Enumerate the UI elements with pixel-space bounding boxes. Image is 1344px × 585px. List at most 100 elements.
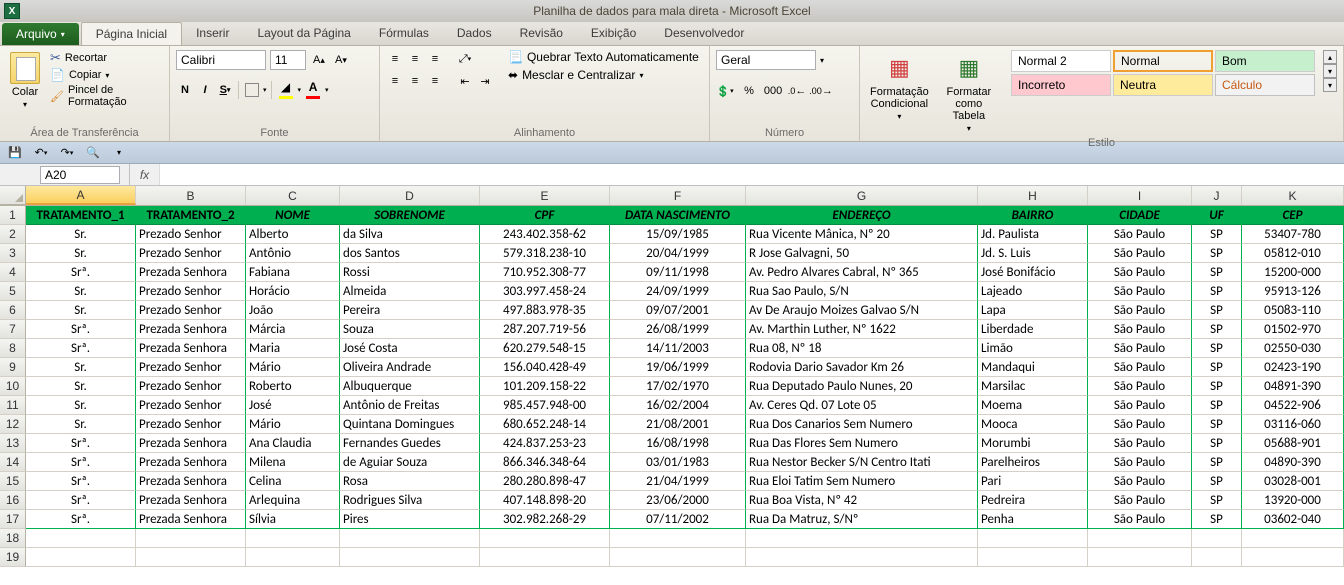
table-cell[interactable]: Marsilac bbox=[978, 377, 1088, 396]
table-cell[interactable]: SP bbox=[1192, 396, 1242, 415]
table-cell[interactable]: SP bbox=[1192, 491, 1242, 510]
table-cell[interactable]: 24/09/1999 bbox=[610, 282, 746, 301]
tab-exibição[interactable]: Exibição bbox=[577, 22, 650, 45]
table-cell[interactable]: Liberdade bbox=[978, 320, 1088, 339]
row-header-15[interactable]: 15 bbox=[0, 472, 26, 491]
table-cell[interactable]: 23/06/2000 bbox=[610, 491, 746, 510]
col-header-K[interactable]: K bbox=[1242, 186, 1344, 205]
table-cell[interactable]: 303.997.458-24 bbox=[480, 282, 610, 301]
table-cell[interactable]: Rodovia Dario Savador Km 26 bbox=[746, 358, 978, 377]
table-cell[interactable]: Fabiana bbox=[246, 263, 340, 282]
table-cell[interactable]: Prezada Senhora bbox=[136, 434, 246, 453]
table-cell[interactable]: São Paulo bbox=[1088, 225, 1192, 244]
table-cell[interactable]: Prezado Senhor bbox=[136, 358, 246, 377]
worksheet[interactable]: ABCDEFGHIJK 1TRATAMENTO_1TRATAMENTO_2NOM… bbox=[0, 186, 1344, 567]
empty-cell[interactable] bbox=[610, 548, 746, 567]
col-header-H[interactable]: H bbox=[978, 186, 1088, 205]
tab-revisão[interactable]: Revisão bbox=[506, 22, 577, 45]
table-cell[interactable]: 19/06/1999 bbox=[610, 358, 746, 377]
italic-button[interactable]: I bbox=[196, 81, 214, 99]
table-cell[interactable]: Moema bbox=[978, 396, 1088, 415]
table-cell[interactable]: Sr. bbox=[26, 358, 136, 377]
table-cell[interactable]: Av. Ceres Qd. 07 Lote 05 bbox=[746, 396, 978, 415]
header-cell[interactable]: CPF bbox=[480, 206, 610, 225]
table-cell[interactable]: São Paulo bbox=[1088, 396, 1192, 415]
table-cell[interactable]: Arlequina bbox=[246, 491, 340, 510]
table-cell[interactable]: Srª. bbox=[26, 491, 136, 510]
table-cell[interactable]: Srª. bbox=[26, 434, 136, 453]
table-cell[interactable]: Jd. Paulista bbox=[978, 225, 1088, 244]
table-cell[interactable]: 497.883.978-35 bbox=[480, 301, 610, 320]
table-cell[interactable]: 09/11/1998 bbox=[610, 263, 746, 282]
table-cell[interactable]: Souza bbox=[340, 320, 480, 339]
row-header-9[interactable]: 9 bbox=[0, 358, 26, 377]
table-cell[interactable]: de Aguiar Souza bbox=[340, 453, 480, 472]
table-cell[interactable]: São Paulo bbox=[1088, 491, 1192, 510]
table-cell[interactable]: 02550-030 bbox=[1242, 339, 1344, 358]
table-cell[interactable]: São Paulo bbox=[1088, 434, 1192, 453]
align-bottom-button[interactable]: ≡ bbox=[426, 50, 444, 68]
font-name-input[interactable] bbox=[176, 50, 266, 70]
decrease-font-button[interactable]: A▾ bbox=[332, 51, 350, 69]
formula-input[interactable] bbox=[160, 164, 1344, 185]
table-cell[interactable]: São Paulo bbox=[1088, 377, 1192, 396]
table-cell[interactable]: São Paulo bbox=[1088, 453, 1192, 472]
table-cell[interactable]: Sr. bbox=[26, 244, 136, 263]
row-header-19[interactable]: 19 bbox=[0, 548, 26, 567]
tab-desenvolvedor[interactable]: Desenvolvedor bbox=[650, 22, 758, 45]
empty-cell[interactable] bbox=[136, 548, 246, 567]
table-cell[interactable]: SP bbox=[1192, 320, 1242, 339]
table-cell[interactable]: José Bonifácio bbox=[978, 263, 1088, 282]
table-cell[interactable]: SP bbox=[1192, 339, 1242, 358]
tab-dados[interactable]: Dados bbox=[443, 22, 506, 45]
table-cell[interactable]: Mário bbox=[246, 415, 340, 434]
table-cell[interactable]: São Paulo bbox=[1088, 358, 1192, 377]
empty-cell[interactable] bbox=[340, 548, 480, 567]
table-cell[interactable]: Pari bbox=[978, 472, 1088, 491]
table-cell[interactable]: São Paulo bbox=[1088, 244, 1192, 263]
table-cell[interactable]: João bbox=[246, 301, 340, 320]
table-cell[interactable]: Rosa bbox=[340, 472, 480, 491]
table-cell[interactable]: Rua Da Matruz, S/Nº bbox=[746, 510, 978, 529]
wrap-text-button[interactable]: 📃Quebrar Texto Automaticamente bbox=[508, 50, 699, 64]
table-cell[interactable]: 15200-000 bbox=[1242, 263, 1344, 282]
table-cell[interactable]: 04891-390 bbox=[1242, 377, 1344, 396]
empty-cell[interactable] bbox=[480, 529, 610, 548]
table-cell[interactable]: Srª. bbox=[26, 472, 136, 491]
fill-color-button[interactable]: ◢ bbox=[276, 80, 296, 100]
table-cell[interactable]: Mandaqui bbox=[978, 358, 1088, 377]
table-cell[interactable]: São Paulo bbox=[1088, 282, 1192, 301]
table-cell[interactable]: 03602-040 bbox=[1242, 510, 1344, 529]
table-cell[interactable]: 680.652.248-14 bbox=[480, 415, 610, 434]
header-cell[interactable]: BAIRRO bbox=[978, 206, 1088, 225]
underline-button[interactable]: S▾ bbox=[216, 81, 234, 99]
table-cell[interactable]: São Paulo bbox=[1088, 263, 1192, 282]
table-cell[interactable]: Albuquerque bbox=[340, 377, 480, 396]
table-cell[interactable]: Celina bbox=[246, 472, 340, 491]
table-cell[interactable]: José bbox=[246, 396, 340, 415]
empty-cell[interactable] bbox=[1088, 548, 1192, 567]
table-cell[interactable]: 407.148.898-20 bbox=[480, 491, 610, 510]
table-cell[interactable]: 101.209.158-22 bbox=[480, 377, 610, 396]
comma-button[interactable]: 000 bbox=[764, 82, 782, 100]
table-cell[interactable]: 04522-906 bbox=[1242, 396, 1344, 415]
table-cell[interactable]: SP bbox=[1192, 301, 1242, 320]
row-header-8[interactable]: 8 bbox=[0, 339, 26, 358]
table-cell[interactable]: Milena bbox=[246, 453, 340, 472]
table-cell[interactable]: 03116-060 bbox=[1242, 415, 1344, 434]
cut-button[interactable]: ✂Recortar bbox=[50, 50, 163, 66]
table-cell[interactable]: Rua Dos Canarios Sem Numero bbox=[746, 415, 978, 434]
style-incorreto[interactable]: Incorreto bbox=[1011, 74, 1111, 96]
row-header-12[interactable]: 12 bbox=[0, 415, 26, 434]
row-header-16[interactable]: 16 bbox=[0, 491, 26, 510]
table-cell[interactable]: São Paulo bbox=[1088, 301, 1192, 320]
empty-cell[interactable] bbox=[1242, 548, 1344, 567]
table-cell[interactable]: Prezada Senhora bbox=[136, 339, 246, 358]
empty-cell[interactable] bbox=[1192, 529, 1242, 548]
empty-cell[interactable] bbox=[246, 529, 340, 548]
increase-font-button[interactable]: A▴ bbox=[310, 51, 328, 69]
table-cell[interactable]: Parelheiros bbox=[978, 453, 1088, 472]
empty-cell[interactable] bbox=[246, 548, 340, 567]
decrease-indent-button[interactable]: ⇤ bbox=[456, 72, 474, 90]
table-cell[interactable]: Prezada Senhora bbox=[136, 320, 246, 339]
